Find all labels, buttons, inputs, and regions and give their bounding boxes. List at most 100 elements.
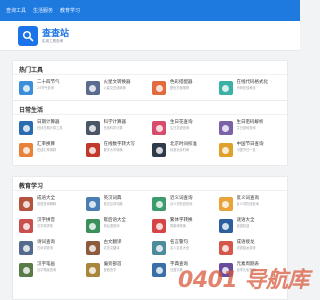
thumbnail-glyph-icon xyxy=(22,124,30,132)
tool-item[interactable]: 生日密码解析 生日密码查询 xyxy=(218,119,286,141)
tool-description: 火星文在线转换 xyxy=(103,86,126,90)
tool-name: 二十四节气 xyxy=(37,80,60,85)
tool-name: 汇率换算 xyxy=(37,142,55,147)
tool-description: 在线科学计算 xyxy=(103,126,123,130)
tool-thumbnail-icon xyxy=(85,121,100,135)
section-title: 教育学习 xyxy=(19,183,44,190)
tool-item[interactable]: 偏旁部首 部首查字 xyxy=(85,261,153,283)
tool-item[interactable]: 反义词查询 反义词在线查询 xyxy=(218,195,286,217)
thumbnail-glyph-icon xyxy=(89,124,96,132)
tool-thumbnail-icon xyxy=(152,121,166,135)
tool-name: 谜语大全 xyxy=(236,218,255,223)
tool-description: 数字大写转换 xyxy=(103,148,123,152)
tool-name: 汉字笔画 xyxy=(37,262,55,267)
nav-link-education[interactable]: 教育学习 xyxy=(60,7,80,14)
tool-name: 生日密码解析 xyxy=(236,120,264,125)
tool-name: 成语大全 xyxy=(37,196,55,201)
thumbnail-glyph-icon xyxy=(89,84,96,92)
thumbnail-glyph-icon xyxy=(22,146,30,154)
tool-item[interactable]: 汇率换算 在线汇率换算 xyxy=(19,141,86,163)
tool-description: 古诗词查询 xyxy=(37,246,53,250)
tool-item[interactable]: 二十四节气 24节气查询 xyxy=(19,79,86,101)
tool-item[interactable]: 生日花查询 生日花语查询 xyxy=(152,119,219,141)
tool-name: 成语接龙 xyxy=(236,240,255,245)
tool-thumbnail-icon xyxy=(218,143,233,157)
tool-grid: 日期计算器 在线日期计算工具 科学计算器 在线科学计算 生日花查询 生日花语查询 生日密码解… xyxy=(19,119,285,163)
section-title: 日常生活 xyxy=(19,107,44,114)
tool-name: 反义词查询 xyxy=(236,196,260,201)
tool-item[interactable]: 中国节日查询 中国节日一览 xyxy=(218,141,286,163)
tool-thumbnail-icon xyxy=(19,241,33,255)
tool-thumbnail-icon xyxy=(85,143,100,157)
tool-description: 在线日期计算工具 xyxy=(37,126,63,130)
tool-item[interactable]: 在线数字转大写 数字大写转换 xyxy=(85,141,153,163)
tool-thumbnail-icon xyxy=(19,121,33,135)
nav-link-life-services[interactable]: 生活服务 xyxy=(33,7,53,14)
tool-item[interactable]: 火星文转换器 火星文在线转换 xyxy=(85,79,153,101)
tool-item[interactable]: 汉字拼音 汉字转拼音 xyxy=(19,217,86,239)
tool-description: 成语查询解释 xyxy=(37,202,57,206)
section-hot-tools: 热门工具 二十四节气 24节气查询 火星文转换器 火星文在线转换 色彩搭配器 配色方案推荐… xyxy=(12,60,288,104)
tool-thumbnail-icon xyxy=(85,81,100,95)
tool-thumbnail-icon xyxy=(152,241,166,255)
tool-thumbnail-icon xyxy=(218,121,233,135)
tool-item[interactable]: 谜语大全 谜语猜谜 xyxy=(218,217,286,239)
tool-item[interactable]: 日期计算器 在线日期计算工具 xyxy=(19,119,86,141)
tool-item[interactable]: 在线代码格式化 代码在线美化 xyxy=(218,79,286,101)
tool-item[interactable]: 近义词查询 近义词在线查询 xyxy=(152,195,219,217)
tool-item[interactable]: 科学计算器 在线科学计算 xyxy=(85,119,153,141)
thumbnail-glyph-icon xyxy=(89,244,96,252)
tool-description: 生日花语查询 xyxy=(170,126,190,130)
tool-name: 中国节日查询 xyxy=(236,142,264,147)
tool-description: 文言文翻译 xyxy=(103,246,120,250)
tool-thumbnail-icon xyxy=(218,81,233,95)
thumbnail-glyph-icon xyxy=(222,146,229,154)
tool-thumbnail-icon xyxy=(152,197,166,211)
tool-description: 标准北京时间 xyxy=(170,148,190,152)
tool-name: 日期计算器 xyxy=(37,120,60,125)
logo-title: 查查站 xyxy=(42,28,70,39)
thumbnail-glyph-icon xyxy=(89,222,96,230)
tool-thumbnail-icon xyxy=(218,241,233,255)
tool-description: 代码在线美化 xyxy=(236,86,256,90)
tool-description: 反义词在线查询 xyxy=(236,202,259,206)
thumbnail-glyph-icon xyxy=(155,200,163,208)
tool-item[interactable]: 繁体字转换 简繁体转换 xyxy=(152,217,219,239)
tool-name: 诗词查询 xyxy=(37,240,55,245)
site-logo[interactable]: 查查站 实用工具查询 xyxy=(18,26,69,46)
thumbnail-glyph-icon xyxy=(222,124,229,132)
tool-item[interactable]: 北京时间校准 标准北京时间 xyxy=(152,141,219,163)
thumbnail-glyph-icon xyxy=(22,266,30,274)
tool-thumbnail-icon xyxy=(152,81,166,95)
thumbnail-glyph-icon xyxy=(222,244,229,252)
tool-grid: 二十四节气 24节气查询 火星文转换器 火星文在线转换 色彩搭配器 配色方案推荐 在线代码格… xyxy=(19,79,285,101)
thumbnail-glyph-icon xyxy=(22,200,30,208)
thumbnail-glyph-icon xyxy=(155,146,163,154)
tool-name: 色彩搭配器 xyxy=(170,80,193,85)
tool-thumbnail-icon xyxy=(19,219,33,233)
tool-description: 简繁体转换 xyxy=(170,224,186,228)
thumbnail-glyph-icon xyxy=(155,266,163,274)
tool-thumbnail-icon xyxy=(85,197,100,211)
tool-item[interactable]: 色彩搭配器 配色方案推荐 xyxy=(152,79,219,101)
search-icon xyxy=(18,26,38,46)
tool-item[interactable]: 诗词查询 古诗词查询 xyxy=(19,239,86,261)
tool-thumbnail-icon xyxy=(85,263,100,277)
tool-item[interactable]: 成语接龙 成语接龙游戏 xyxy=(218,239,286,261)
tool-thumbnail-icon xyxy=(19,81,33,95)
nav-link-query-tools[interactable]: 查询工具 xyxy=(6,7,26,14)
tool-thumbnail-icon xyxy=(85,241,100,255)
tool-item[interactable]: 成语大全 成语查询解释 xyxy=(19,195,86,217)
thumbnail-glyph-icon xyxy=(22,84,30,92)
tool-name: 近义词查询 xyxy=(170,196,193,201)
tool-name: 科学计算器 xyxy=(103,120,127,125)
thumbnail-glyph-icon xyxy=(155,124,163,132)
tool-item[interactable]: 名言警句 名人名言大全 xyxy=(152,239,219,261)
tool-item[interactable]: 英汉词典 英汉互译词典 xyxy=(85,195,153,217)
tool-name: 名言警句 xyxy=(170,240,188,245)
tool-item[interactable]: 歇后语大全 歇后语查询 xyxy=(85,217,153,239)
tool-item[interactable]: 古文翻译 文言文翻译 xyxy=(85,239,153,261)
tool-description: 成语接龙游戏 xyxy=(236,246,256,250)
tool-item[interactable]: 汉字笔画 汉字笔画查询 xyxy=(19,261,86,283)
tool-description: 生日密码查询 xyxy=(236,126,256,130)
